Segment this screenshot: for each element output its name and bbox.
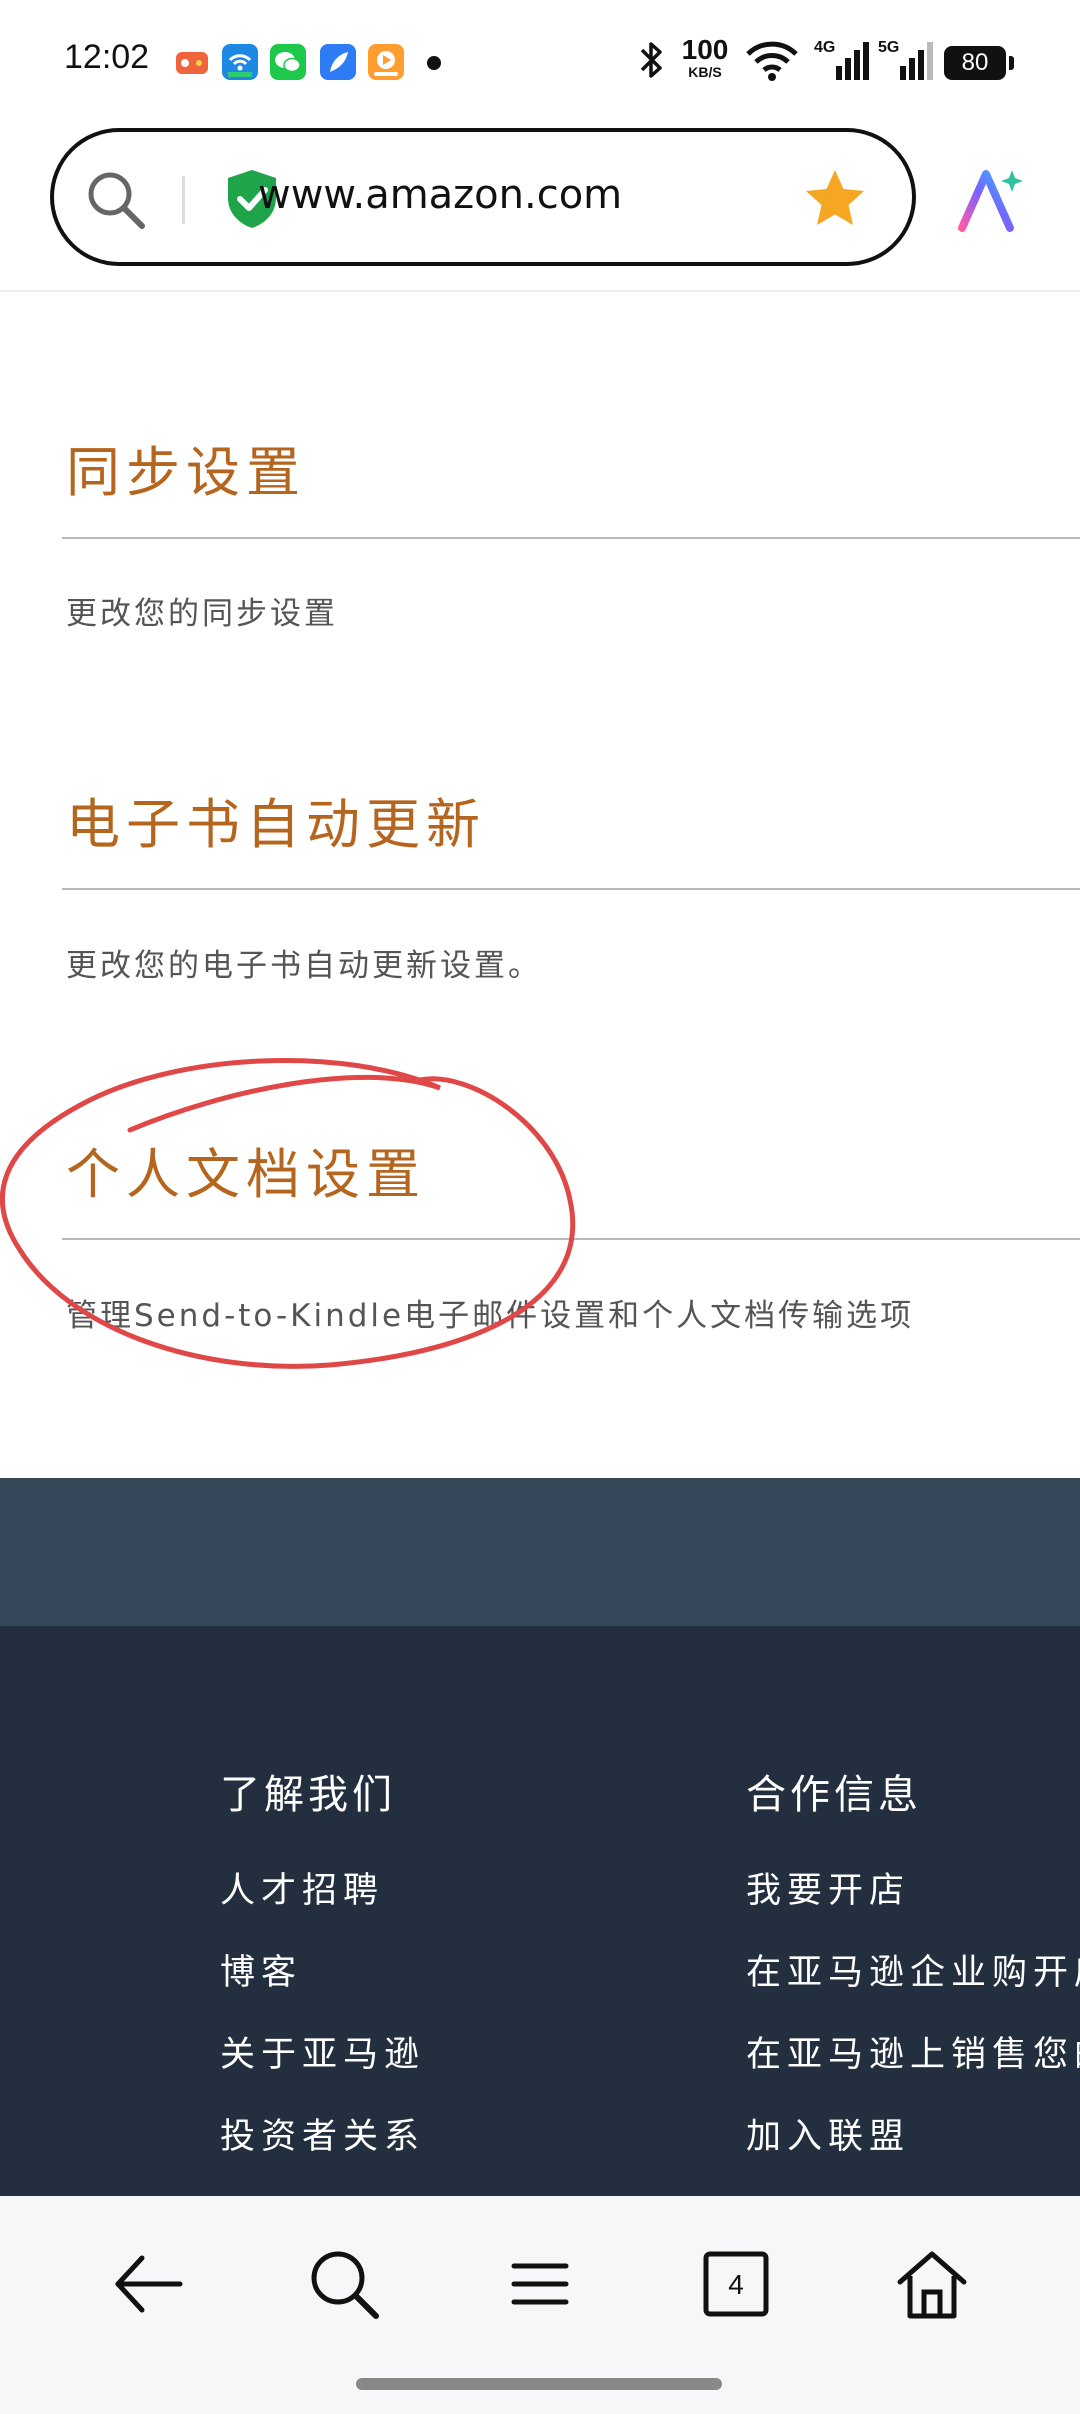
wifi-app-icon bbox=[222, 44, 258, 80]
annotation-circle bbox=[0, 1058, 576, 1369]
ai-assistant-icon[interactable] bbox=[956, 164, 1028, 240]
section-title[interactable]: 电子书自动更新 bbox=[66, 780, 486, 859]
back-icon[interactable] bbox=[108, 2244, 188, 2324]
footer-link[interactable]: 在亚马逊上销售您的 bbox=[746, 2026, 1080, 2077]
tabs-icon[interactable]: 4 bbox=[696, 2244, 776, 2324]
footer-link[interactable]: 博客 bbox=[220, 1944, 302, 1995]
status-bar: 12:02 100 KB/S 4G 5G 80 bbox=[0, 0, 1080, 120]
search-icon[interactable] bbox=[304, 2244, 384, 2324]
signal-5g-icon: 5G bbox=[878, 36, 934, 88]
section-description: 更改您的电子书自动更新设置。 bbox=[66, 948, 542, 984]
footer-link[interactable]: 我要开店 bbox=[746, 1862, 910, 1913]
footer-link[interactable]: 加入联盟 bbox=[746, 2108, 910, 2159]
bluetooth-icon bbox=[636, 36, 666, 88]
battery-indicator: 80 bbox=[944, 46, 1014, 80]
game-app-icon bbox=[174, 44, 210, 80]
home-icon[interactable] bbox=[892, 2244, 972, 2324]
section-divider bbox=[62, 537, 1080, 539]
notification-dot bbox=[427, 56, 441, 70]
footer-heading: 合作信息 bbox=[746, 1772, 922, 1818]
footer-link[interactable]: 在亚马逊企业购开店 bbox=[746, 1944, 1080, 1995]
address-bar-divider bbox=[182, 176, 185, 224]
url-text[interactable]: www.amazon.com bbox=[258, 172, 622, 218]
footer-link[interactable]: 投资者关系 bbox=[220, 2108, 425, 2159]
video-app-icon bbox=[368, 44, 404, 80]
menu-icon[interactable] bbox=[500, 2244, 580, 2324]
footer-link[interactable]: 人才招聘 bbox=[220, 1862, 384, 1913]
section-title[interactable]: 同步设置 bbox=[66, 428, 306, 507]
svg-text:4G: 4G bbox=[814, 39, 835, 56]
net-speed: 100 KB/S bbox=[681, 34, 729, 81]
clock: 12:02 bbox=[64, 38, 150, 76]
footer-link[interactable]: 关于亚马逊 bbox=[220, 2026, 425, 2077]
section-description: 更改您的同步设置 bbox=[66, 596, 338, 632]
signal-4g-icon: 4G bbox=[814, 36, 870, 88]
back-to-top-bar[interactable] bbox=[0, 1478, 1080, 1626]
svg-text:4: 4 bbox=[728, 2269, 744, 2300]
gesture-handle[interactable] bbox=[356, 2378, 722, 2390]
feather-app-icon bbox=[320, 44, 356, 80]
svg-text:5G: 5G bbox=[878, 39, 899, 56]
header-divider bbox=[0, 290, 1080, 292]
wechat-icon bbox=[270, 44, 306, 80]
section-divider bbox=[62, 888, 1080, 890]
footer bbox=[0, 1626, 1080, 2196]
search-icon[interactable] bbox=[84, 168, 148, 236]
star-icon[interactable] bbox=[800, 164, 870, 238]
wifi-icon bbox=[744, 36, 800, 88]
footer-heading: 了解我们 bbox=[220, 1772, 396, 1818]
